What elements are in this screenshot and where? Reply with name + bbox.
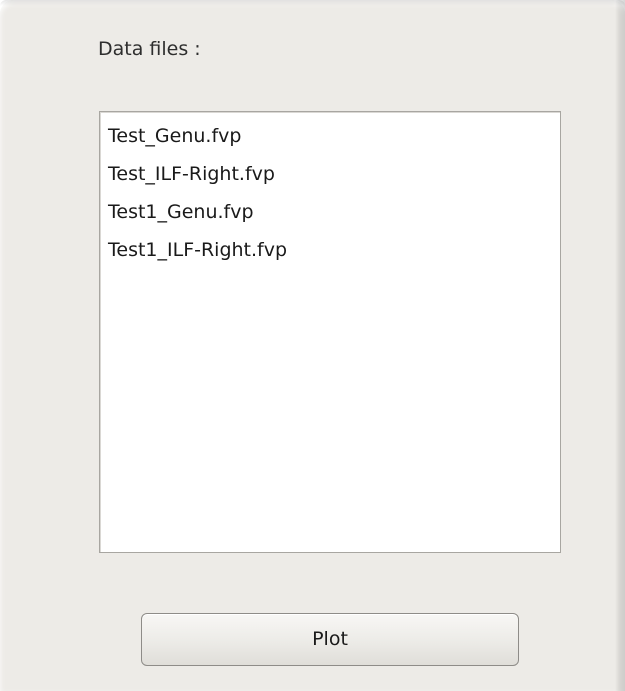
list-item-file[interactable]: Test_Genu.fvp (100, 117, 560, 155)
window-top-shadow (0, 0, 625, 6)
plot-button[interactable]: Plot (141, 613, 519, 666)
window-edge-shadow (615, 0, 625, 691)
list-item-file[interactable]: Test1_ILF-Right.fvp (100, 231, 560, 269)
data-files-list[interactable]: Test_Genu.fvp Test_ILF-Right.fvp Test1_G… (99, 111, 561, 553)
list-item-file[interactable]: Test_ILF-Right.fvp (100, 155, 560, 193)
data-files-panel: Data files : Test_Genu.fvp Test_ILF-Righ… (0, 0, 625, 691)
list-item-file[interactable]: Test1_Genu.fvp (100, 193, 560, 231)
data-files-label: Data files : (98, 38, 201, 60)
